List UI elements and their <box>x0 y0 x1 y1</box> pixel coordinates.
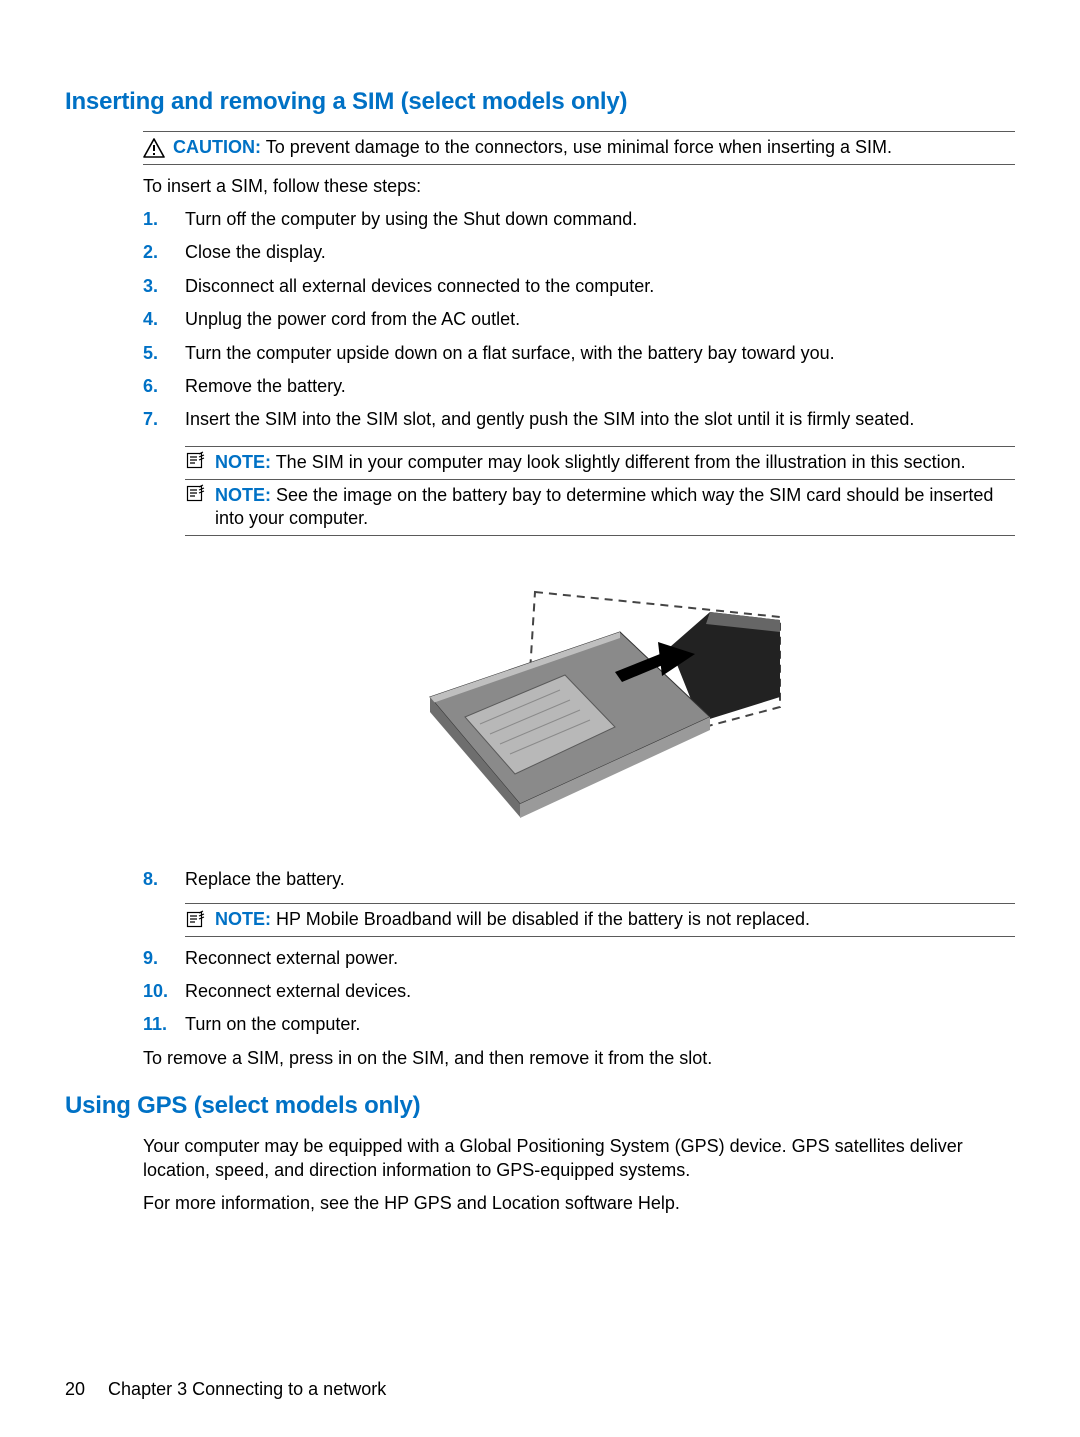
step-9: 9.Reconnect external power. <box>143 947 1015 970</box>
sim-insert-illustration <box>410 552 790 852</box>
section-body-sim: CAUTION: To prevent damage to the connec… <box>143 131 1015 1070</box>
note-label: NOTE: <box>215 452 271 472</box>
remove-sim-paragraph: To remove a SIM, press in on the SIM, an… <box>143 1047 1015 1070</box>
page-number: 20 <box>65 1379 85 1399</box>
steps-list: 1.Turn off the computer by using the Shu… <box>143 208 1015 1037</box>
step8-note: NOTE: HP Mobile Broadband will be disabl… <box>185 903 1015 936</box>
note-icon <box>185 910 207 930</box>
note-icon <box>185 451 207 475</box>
step-3: 3.Disconnect all external devices connec… <box>143 275 1015 298</box>
section-heading-sim: Inserting and removing a SIM (select mod… <box>65 86 1015 117</box>
step-11: 11.Turn on the computer. <box>143 1013 1015 1036</box>
note-icon <box>185 484 207 508</box>
gps-paragraph-2: For more information, see the HP GPS and… <box>143 1192 1015 1215</box>
step-7: 7.Insert the SIM into the SIM slot, and … <box>143 408 1015 852</box>
step-5: 5.Turn the computer upside down on a fla… <box>143 342 1015 365</box>
step-2: 2.Close the display. <box>143 241 1015 264</box>
note-label: NOTE: <box>215 485 271 505</box>
step-10: 10.Reconnect external devices. <box>143 980 1015 1003</box>
step7-notes: NOTE: The SIM in your computer may look … <box>185 446 1015 536</box>
caution-body-text: To prevent damage to the connectors, use… <box>266 137 892 157</box>
intro-paragraph: To insert a SIM, follow these steps: <box>143 175 1015 198</box>
page-footer: 20 Chapter 3 Connecting to a network <box>65 1378 1015 1401</box>
step-6: 6.Remove the battery. <box>143 375 1015 398</box>
gps-paragraph-1: Your computer may be equipped with a Glo… <box>143 1135 1015 1182</box>
step-8: 8.Replace the battery. NOTE: HP Mobile B… <box>143 868 1015 937</box>
note-label: NOTE: <box>215 909 271 929</box>
caution-icon <box>143 138 165 158</box>
note7a-body-text: The SIM in your computer may look slight… <box>276 452 966 472</box>
section-body-gps: Your computer may be equipped with a Glo… <box>143 1135 1015 1215</box>
caution-label: CAUTION: <box>173 137 261 157</box>
section-heading-gps: Using GPS (select models only) <box>65 1090 1015 1121</box>
footer-chapter-text: Chapter 3 Connecting to a network <box>108 1379 386 1399</box>
note7b-body-text: See the image on the battery bay to dete… <box>215 485 993 528</box>
step-1: 1.Turn off the computer by using the Shu… <box>143 208 1015 231</box>
page-root: Inserting and removing a SIM (select mod… <box>0 0 1080 1437</box>
caution-admonition: CAUTION: To prevent damage to the connec… <box>143 131 1015 164</box>
note8-body-text: HP Mobile Broadband will be disabled if … <box>276 909 810 929</box>
step-4: 4.Unplug the power cord from the AC outl… <box>143 308 1015 331</box>
